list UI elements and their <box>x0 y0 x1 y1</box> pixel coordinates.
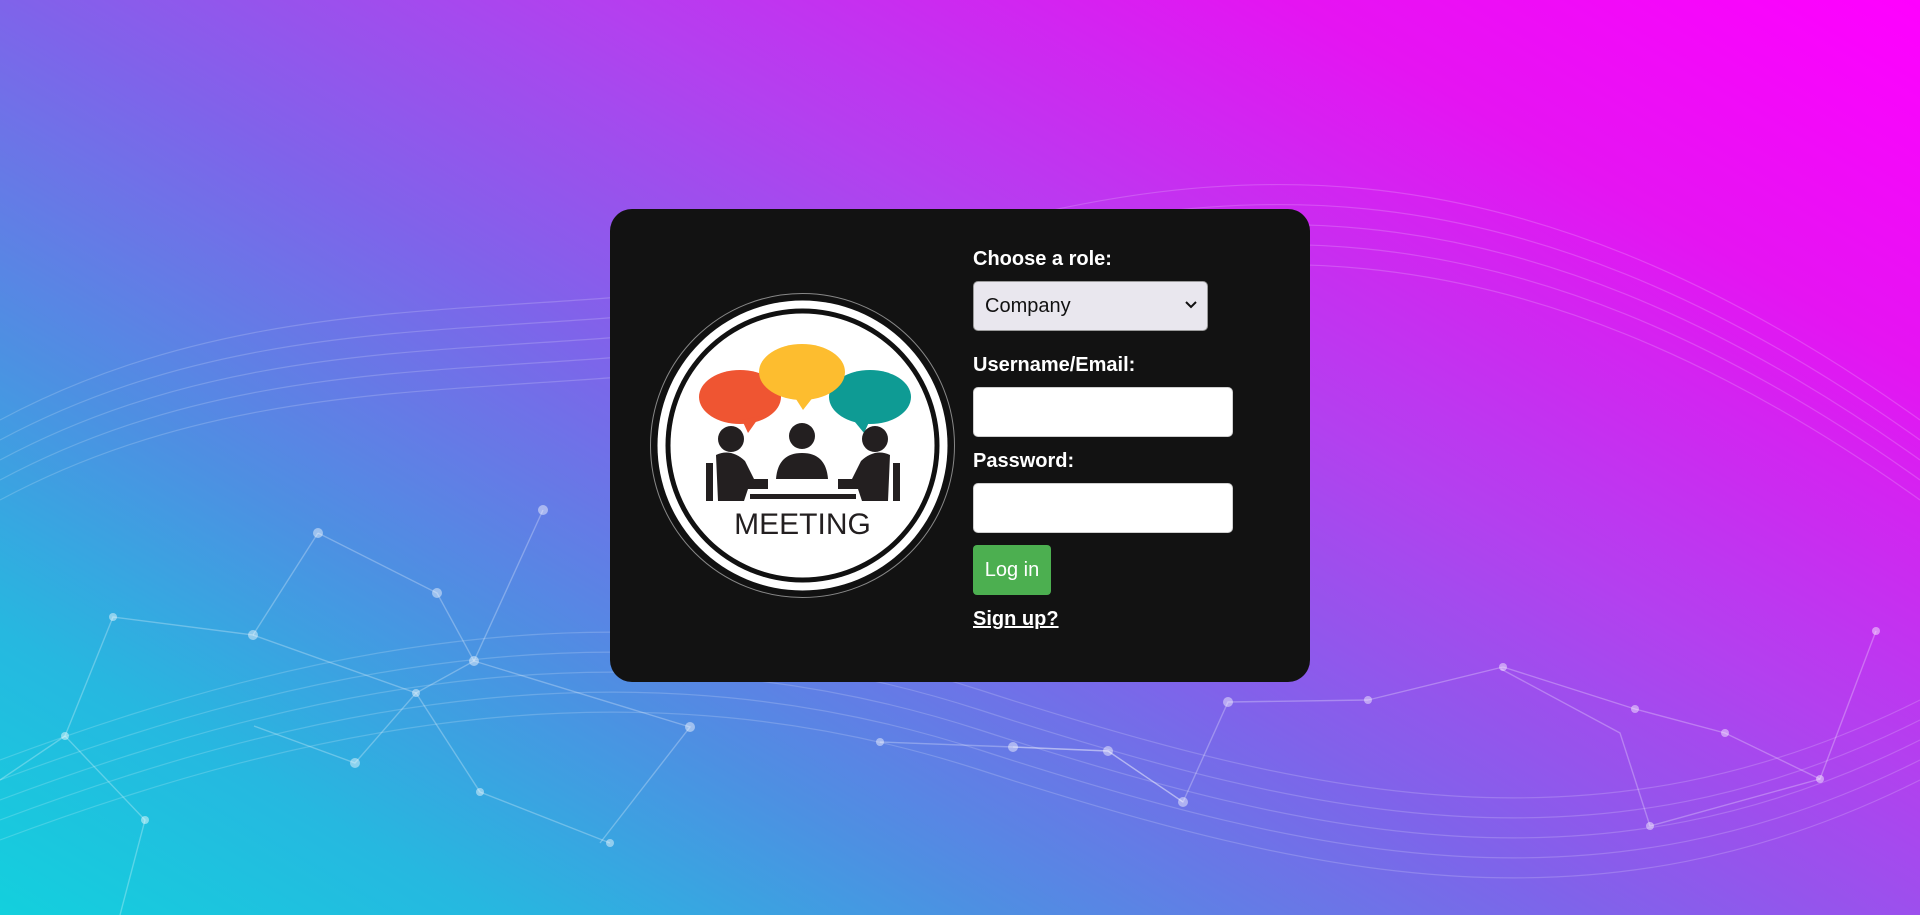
chevron-down-icon <box>1185 301 1197 309</box>
login-card: MEETING Choose a role: Company Username/… <box>610 209 1310 682</box>
role-select[interactable]: Company <box>973 281 1208 331</box>
username-label: Username/Email: <box>973 354 1136 376</box>
password-input[interactable] <box>973 483 1233 533</box>
password-label: Password: <box>973 450 1075 472</box>
username-input[interactable] <box>973 387 1233 437</box>
login-button[interactable]: Log in <box>973 545 1051 595</box>
login-page: MEETING Choose a role: Company Username/… <box>0 0 1920 915</box>
signup-link[interactable]: Sign up? <box>973 608 1059 631</box>
role-select-value: Company <box>985 295 1071 317</box>
logo-text: MEETING <box>734 508 871 541</box>
role-label: Choose a role: <box>973 248 1112 270</box>
meeting-logo: MEETING <box>650 293 955 598</box>
login-form: Choose a role: Company Username/Email: P… <box>973 247 1273 631</box>
